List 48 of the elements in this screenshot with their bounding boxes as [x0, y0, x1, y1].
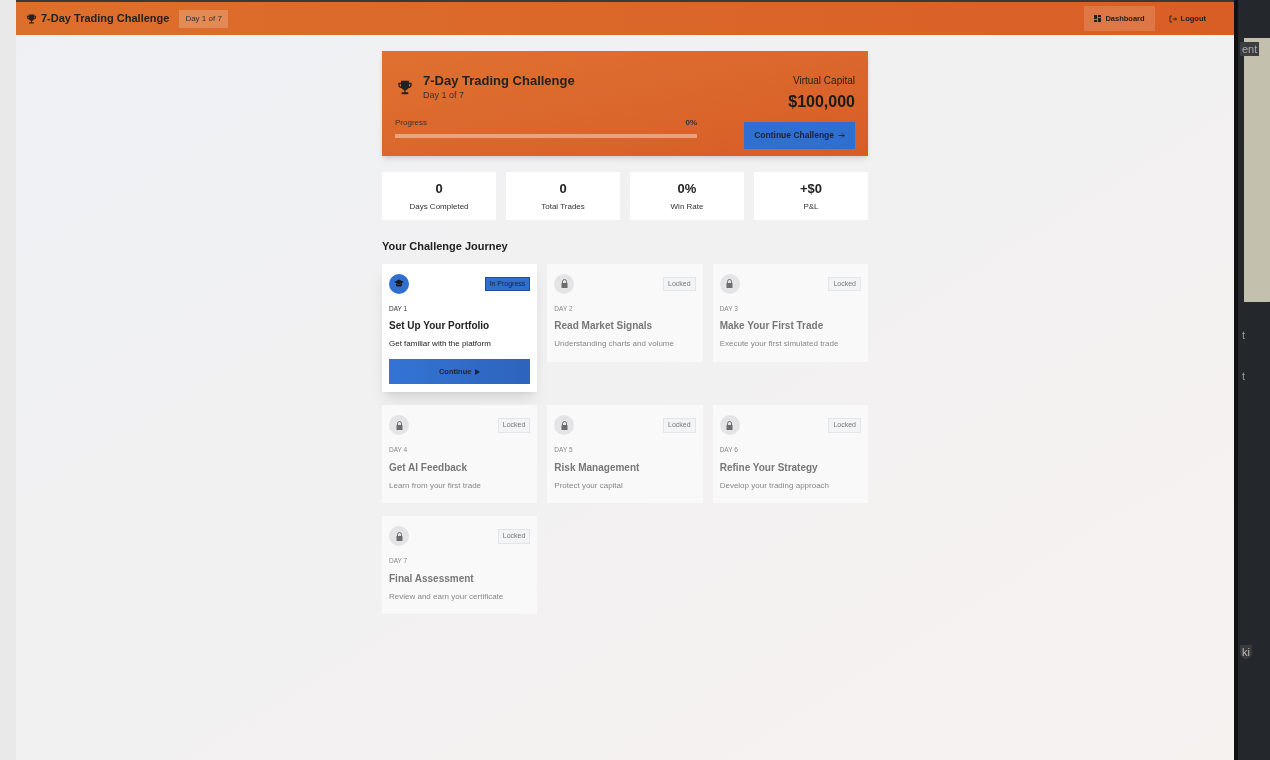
stat-label: Win Rate: [670, 200, 704, 213]
background-window-text: ent: [1240, 42, 1260, 56]
background-window-text: ki: [1240, 645, 1252, 659]
day-title: Make Your First Trade: [719, 319, 825, 334]
stat-value: +$0: [799, 180, 823, 199]
capital-amount: $100,000: [788, 92, 855, 112]
day-description: Get familiar with the platform: [389, 338, 492, 351]
day-title: Read Market Signals: [554, 319, 654, 334]
stat-value: 0: [435, 180, 443, 199]
day-description: Review and earn your certificate: [389, 591, 505, 603]
lock-icon: [719, 415, 740, 436]
background-window-text: t: [1241, 328, 1247, 342]
stat-value: 0: [559, 180, 567, 199]
lock-icon: [389, 526, 409, 547]
day-description: Develop your trading approach: [719, 480, 831, 492]
stat-label: Total Trades: [541, 200, 585, 213]
stat-label: Days Completed: [409, 200, 469, 213]
day-badge: Day 1 of 7: [179, 9, 228, 28]
lock-icon: [719, 273, 740, 294]
arrow-right-icon: [838, 132, 845, 139]
banner-subtitle: Day 1 of 7: [423, 89, 466, 102]
app-title: 7-Day Trading Challenge: [41, 11, 170, 27]
trophy-icon: [26, 12, 37, 25]
day-title: Final Assessment: [389, 572, 475, 586]
lock-icon: [554, 273, 575, 294]
continue-challenge-button[interactable]: Continue Challenge: [744, 122, 855, 149]
day-description: Learn from your first trade: [389, 480, 483, 492]
logout-icon: [1168, 14, 1177, 23]
background-window-text: t: [1241, 369, 1247, 383]
progress-reading: 0%: [685, 116, 697, 129]
day-description: Execute your first simulated trade: [719, 338, 840, 351]
day-title: Set Up Your Portfolio: [389, 319, 491, 334]
day-title: Refine Your Strategy: [719, 461, 819, 475]
day-description: Understanding charts and volume: [554, 338, 675, 351]
day-description: Protect your capital: [554, 480, 624, 492]
capital-label: Virtual Capital: [792, 74, 855, 88]
lock-icon: [389, 415, 409, 436]
progress-label: Progress: [395, 116, 427, 129]
stat-label: P&L: [803, 200, 819, 213]
day-title: Risk Management: [554, 461, 641, 475]
graduation-cap-icon: [389, 273, 409, 294]
dashboard-icon: [1094, 15, 1102, 22]
day-title: Get AI Feedback: [389, 461, 468, 475]
lock-icon: [554, 415, 575, 436]
play-icon: [475, 368, 481, 375]
section-heading: Your Challenge Journey: [382, 239, 509, 254]
stat-value: 0%: [677, 180, 697, 199]
banner-title: 7-Day Trading Challenge: [423, 73, 575, 89]
